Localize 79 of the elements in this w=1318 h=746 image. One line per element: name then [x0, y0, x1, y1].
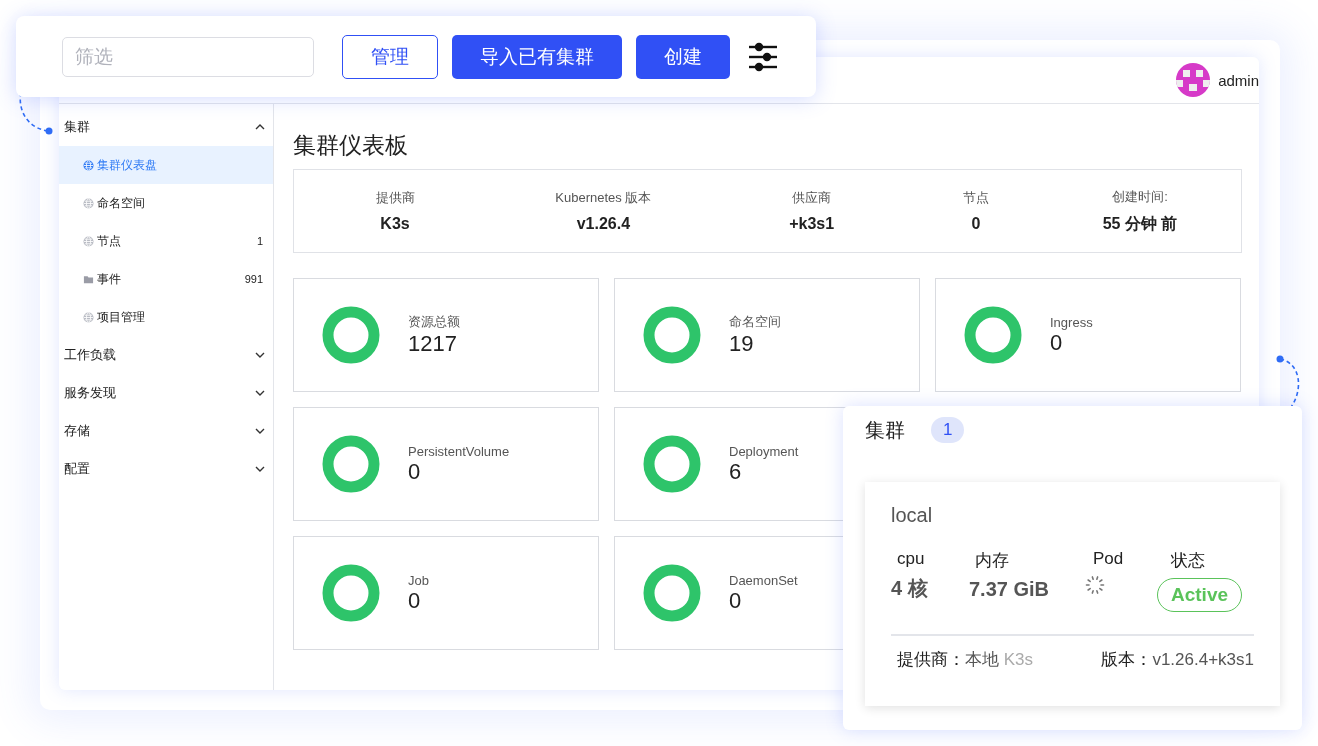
globe-icon [83, 197, 94, 209]
donut-icon [322, 564, 380, 622]
nav-item[interactable]: 节点 1 [59, 222, 273, 260]
nav-group[interactable]: 服务发现 [59, 374, 273, 412]
chevron-icon[interactable] [255, 352, 265, 358]
nav-item[interactable]: 事件 991 [59, 260, 273, 298]
chevron-icon[interactable] [255, 428, 265, 434]
stat-value: 7.37 GiB [969, 578, 1050, 601]
summary-value: +k3s1 [789, 215, 835, 233]
nav-item[interactable]: 集群仪表盘 [59, 146, 273, 184]
nav-label: 项目管理 [97, 308, 146, 326]
spinner-icon [1085, 575, 1105, 595]
globe-icon [83, 311, 94, 323]
summary-label: 节点 [962, 189, 989, 207]
globe-icon [83, 159, 94, 171]
toolbar-button[interactable]: 导入已有集群 [452, 34, 622, 79]
avatar-icon[interactable] [1176, 63, 1211, 97]
summary-label: 提供商 [375, 189, 415, 207]
version-text: 版本：v1.26.4+k3s1 [1101, 649, 1254, 671]
stat-label: 内存 [974, 550, 1009, 572]
card-value: 6 [729, 458, 742, 485]
summary-value: v1.26.4 [576, 215, 631, 233]
filter-field[interactable]: 筛选 [62, 36, 314, 77]
count-label: 1 [256, 235, 263, 247]
stat-label: cpu [896, 549, 925, 569]
chevron-icon[interactable] [255, 124, 265, 130]
stat-label: Pod [1092, 549, 1124, 569]
summary-label: Kubernetes 版本 [555, 189, 652, 207]
count-badge: 1 [931, 417, 965, 443]
card-label: Job [408, 572, 429, 588]
count-label: 991 [244, 273, 263, 285]
summary-value: K3s [380, 215, 410, 233]
nav-group[interactable]: 集群 [59, 108, 273, 146]
panel-title: 集群 [865, 417, 905, 443]
summary-label: 创建时间: [1112, 187, 1168, 206]
card-label: 命名空间 [729, 313, 781, 331]
nav-label: 节点 [97, 232, 122, 250]
globe-icon [83, 235, 94, 247]
donut-icon [322, 435, 380, 493]
chevron-icon[interactable] [255, 390, 265, 396]
nav-item[interactable]: 项目管理 [59, 298, 273, 336]
nav-item[interactable]: 命名空间 [59, 184, 273, 222]
page-title: 集群仪表板 [293, 131, 409, 160]
donut-icon [964, 306, 1022, 364]
card-value: 1217 [408, 331, 458, 357]
chevron-icon[interactable] [255, 466, 265, 472]
stat-label: 状态 [1170, 550, 1205, 572]
cluster-card[interactable]: local cpu 4 核 内存 7.37 GiB Pod 状态 Active 提供商：本地 K3s 版本：v1.26.4+k3s1 [865, 482, 1280, 706]
cluster-name: local [891, 504, 934, 527]
summary-value: 55 分钟 前 [1102, 213, 1178, 234]
nav-label: 集群仪表盘 [97, 156, 158, 174]
donut-icon [643, 564, 701, 622]
donut-icon [322, 306, 380, 364]
card-label: PersistentVolume [408, 443, 510, 459]
nav-label: 命名空间 [97, 194, 146, 212]
card-label: DaemonSet [729, 572, 798, 588]
card-label: Deployment [729, 443, 799, 459]
nav-group[interactable]: 存储 [59, 412, 273, 450]
user-name[interactable]: admin [1218, 71, 1259, 89]
nav-group[interactable]: 工作负载 [59, 336, 273, 374]
card-value: 0 [729, 587, 743, 614]
donut-icon [643, 435, 701, 493]
donut-icon [643, 306, 701, 364]
folder-icon [83, 273, 94, 285]
provider-text: 提供商：本地 K3s [897, 649, 1034, 671]
nav-label: 事件 [97, 270, 122, 288]
card-label: Ingress [1050, 314, 1093, 330]
summary-label: 供应商 [792, 189, 832, 207]
card-value: 19 [729, 331, 755, 357]
stat-value: 4 核 [891, 576, 928, 601]
summary-value: 0 [971, 215, 981, 233]
sliders-icon[interactable] [748, 41, 778, 72]
toolbar-button[interactable]: 管理 [342, 34, 438, 79]
card-value: 0 [1050, 329, 1063, 356]
nav-group[interactable]: 配置 [59, 450, 273, 488]
card-label: 资源总额 [408, 313, 460, 331]
card-value: 0 [408, 458, 422, 485]
card-value: 0 [408, 587, 422, 614]
toolbar-button[interactable]: 创建 [636, 34, 730, 79]
